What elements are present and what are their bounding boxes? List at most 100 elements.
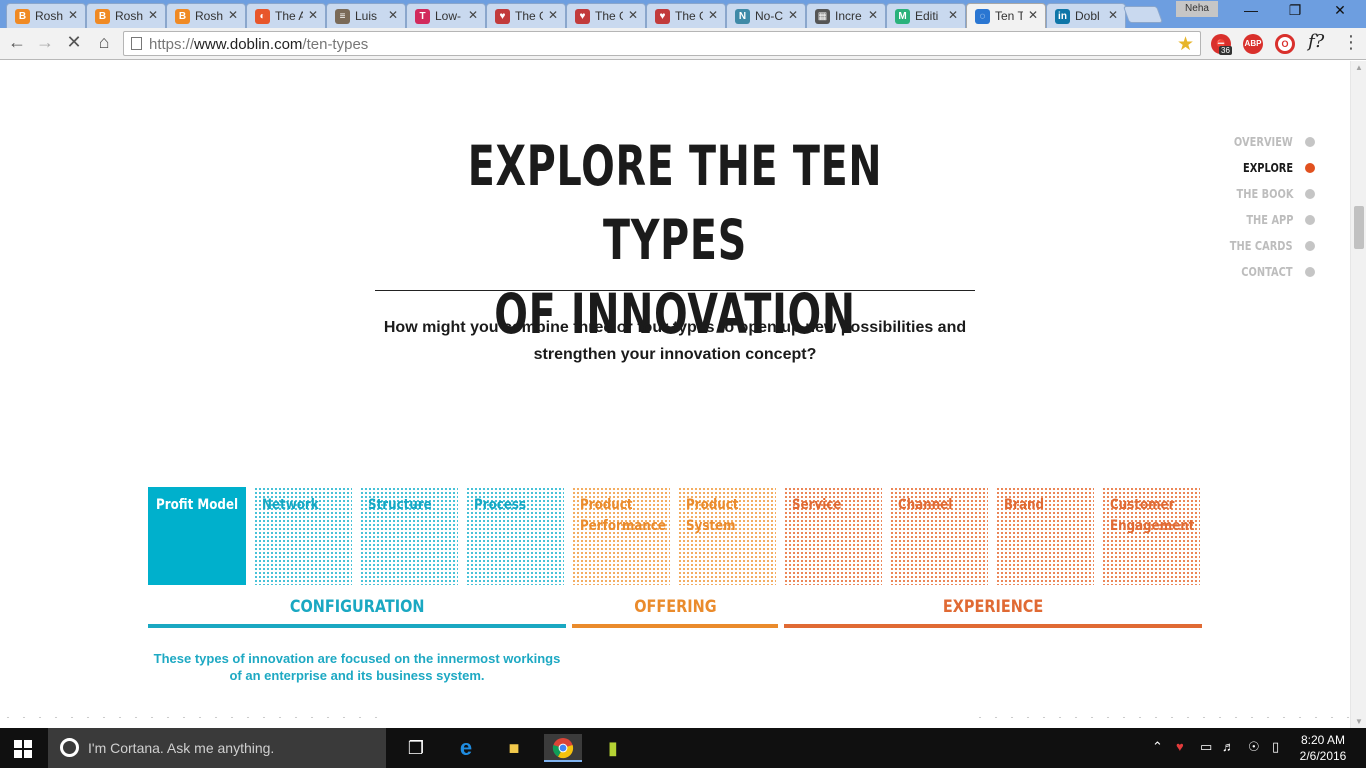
- close-window-icon[interactable]: ✕: [1325, 2, 1355, 19]
- tab-close-icon[interactable]: ✕: [708, 8, 718, 22]
- minimize-icon[interactable]: —: [1236, 2, 1266, 18]
- tab-favicon-icon: M: [895, 9, 910, 24]
- battery-icon[interactable]: ▭: [1200, 739, 1212, 755]
- chrome-taskbar-icon[interactable]: [544, 734, 582, 762]
- tab-close-icon[interactable]: ✕: [788, 8, 798, 22]
- section-nav-label: OVERVIEW: [1234, 135, 1293, 149]
- security-tray-icon[interactable]: ♥: [1176, 739, 1184, 754]
- browser-tab[interactable]: in Dobl ✕: [1046, 3, 1126, 28]
- browser-tab[interactable]: ♥ The G ✕: [486, 3, 566, 28]
- innovation-type-tile[interactable]: Profit Model: [148, 487, 246, 585]
- browser-tab[interactable]: B Rosh ✕: [166, 3, 246, 28]
- tab-close-icon[interactable]: ✕: [1028, 8, 1038, 22]
- browser-tab[interactable]: B Rosh ✕: [86, 3, 166, 28]
- tab-close-icon[interactable]: ✕: [548, 8, 558, 22]
- browser-tab[interactable]: ≡ Luis ✕: [326, 3, 406, 28]
- dotted-divider-left: [0, 716, 380, 718]
- tab-close-icon[interactable]: ✕: [388, 8, 398, 22]
- browser-tab[interactable]: ♥ The G ✕: [566, 3, 646, 28]
- restore-icon[interactable]: ❐: [1280, 2, 1310, 19]
- tab-favicon-icon: ♥: [655, 9, 670, 24]
- tile-label: Profit Model: [156, 497, 239, 513]
- tab-close-icon[interactable]: ✕: [68, 8, 78, 22]
- tab-close-icon[interactable]: ✕: [1108, 8, 1118, 22]
- browser-tab[interactable]: N No-C ✕: [726, 3, 806, 28]
- innovation-type-tile[interactable]: Structure: [360, 487, 458, 585]
- innovation-type-tile[interactable]: Product Performance: [572, 487, 670, 585]
- tab-close-icon[interactable]: ✕: [228, 8, 238, 22]
- wifi-icon[interactable]: ☉: [1248, 739, 1260, 755]
- profile-button[interactable]: Neha: [1176, 1, 1218, 17]
- section-nav-dot-icon[interactable]: [1305, 267, 1315, 277]
- section-nav-dot-icon[interactable]: [1305, 137, 1315, 147]
- tab-close-icon[interactable]: ✕: [628, 8, 638, 22]
- innovation-type-tile[interactable]: Customer Engagement: [1102, 487, 1200, 585]
- browser-tab[interactable]: B Rosh ✕: [6, 3, 86, 28]
- notes-app-icon[interactable]: ▮: [594, 734, 632, 762]
- scrollbar-thumb[interactable]: [1354, 206, 1364, 249]
- opera-extension-icon[interactable]: O: [1275, 34, 1295, 54]
- browser-tab[interactable]: ◐ The A ✕: [246, 3, 326, 28]
- section-nav-item[interactable]: OVERVIEW: [1180, 134, 1320, 160]
- action-center-icon[interactable]: ▯: [1272, 739, 1279, 755]
- tab-close-icon[interactable]: ✕: [868, 8, 878, 22]
- task-view-icon[interactable]: ❐: [397, 734, 435, 762]
- section-nav-item[interactable]: THE CARDS: [1180, 238, 1320, 264]
- url-text[interactable]: https://www.doblin.com/ten-types: [149, 36, 368, 53]
- category-description: These types of innovation are focused on…: [153, 651, 561, 683]
- category-experience-label: EXPERIENCE: [784, 597, 1202, 617]
- bookmark-star-icon[interactable]: ★: [1177, 33, 1194, 56]
- section-nav-dot-icon[interactable]: [1305, 215, 1315, 225]
- back-icon[interactable]: ←: [5, 32, 29, 53]
- section-nav-item[interactable]: CONTACT: [1180, 264, 1320, 290]
- browser-tab[interactable]: ▦ Incre ✕: [806, 3, 886, 28]
- adblock-plus-icon[interactable]: ABP: [1243, 34, 1263, 54]
- tab-close-icon[interactable]: ✕: [148, 8, 158, 22]
- section-nav-dot-icon[interactable]: [1305, 189, 1315, 199]
- section-nav-dot-icon[interactable]: [1305, 241, 1315, 251]
- tab-close-icon[interactable]: ✕: [468, 8, 478, 22]
- home-icon[interactable]: ⌂: [92, 32, 116, 53]
- tab-favicon-icon: ◌: [975, 9, 990, 24]
- edge-browser-icon[interactable]: e: [447, 734, 485, 762]
- file-explorer-icon[interactable]: ■: [495, 734, 533, 762]
- section-nav-item[interactable]: EXPLORE: [1180, 160, 1320, 186]
- browser-tab[interactable]: M Editi ✕: [886, 3, 966, 28]
- section-nav-item[interactable]: THE BOOK: [1180, 186, 1320, 212]
- address-bar[interactable]: https://www.doblin.com/ten-types ★: [123, 31, 1201, 56]
- section-nav-dot-icon[interactable]: [1305, 163, 1315, 173]
- forward-icon[interactable]: →: [33, 32, 57, 53]
- innovation-type-tile[interactable]: Network: [254, 487, 352, 585]
- system-clock[interactable]: 8:20 AM 2/6/2016: [1298, 732, 1348, 764]
- browser-tab[interactable]: ♥ The G ✕: [646, 3, 726, 28]
- tab-close-icon[interactable]: ✕: [948, 8, 958, 22]
- browser-toolbar: ← → ✕ ⌂ https://www.doblin.com/ten-types…: [0, 28, 1366, 60]
- page-scrollbar[interactable]: ▲ ▼: [1350, 61, 1366, 728]
- innovation-type-tile[interactable]: Product System: [678, 487, 776, 585]
- tab-close-icon[interactable]: ✕: [308, 8, 318, 22]
- volume-icon[interactable]: ♬: [1222, 739, 1235, 754]
- tile-label: Structure: [368, 497, 432, 513]
- chrome-menu-icon[interactable]: ⋮: [1342, 32, 1360, 53]
- browser-tab[interactable]: T Low- ✕: [406, 3, 486, 28]
- tile-label: Channel: [898, 497, 953, 513]
- show-hidden-icons[interactable]: ⌃: [1152, 739, 1163, 755]
- scroll-up-icon[interactable]: ▲: [1355, 63, 1363, 72]
- section-nav-label: EXPLORE: [1242, 161, 1293, 175]
- new-tab-button[interactable]: [1122, 6, 1164, 23]
- tab-favicon-icon: B: [175, 9, 190, 24]
- tab-favicon-icon: ♥: [575, 9, 590, 24]
- tab-title: Low-: [435, 9, 462, 23]
- browser-tab[interactable]: ◌ Ten T ✕: [966, 3, 1046, 28]
- windows-start-icon[interactable]: [14, 740, 32, 758]
- innovation-type-tile[interactable]: Brand: [996, 487, 1094, 585]
- scroll-down-icon[interactable]: ▼: [1355, 717, 1363, 726]
- stop-loading-icon[interactable]: ✕: [62, 32, 86, 53]
- cortana-search-box[interactable]: I'm Cortana. Ask me anything.: [48, 728, 386, 768]
- formula-extension-icon[interactable]: f?: [1308, 31, 1324, 52]
- tile-label: Brand: [1004, 497, 1044, 513]
- section-nav-item[interactable]: THE APP: [1180, 212, 1320, 238]
- innovation-type-tile[interactable]: Channel: [890, 487, 988, 585]
- innovation-type-tile[interactable]: Service: [784, 487, 882, 585]
- innovation-type-tile[interactable]: Process: [466, 487, 564, 585]
